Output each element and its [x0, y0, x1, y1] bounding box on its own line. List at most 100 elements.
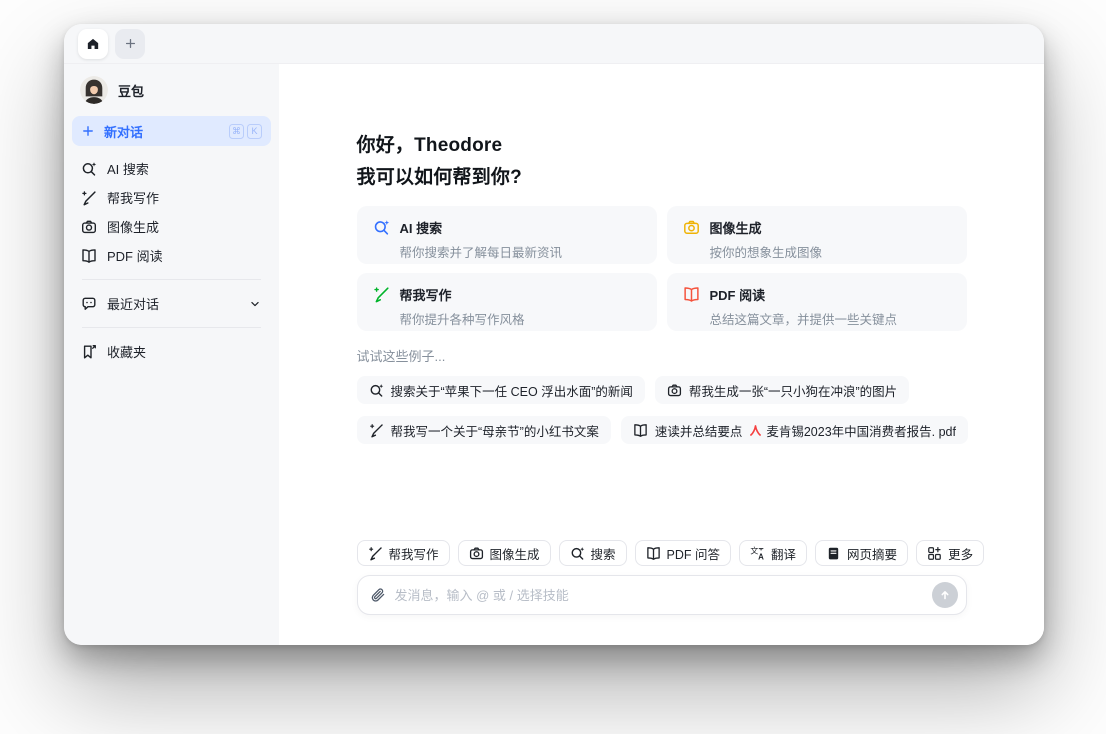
main-panel: 你好，Theodore 我可以如何帮到你? AI 搜索 帮你搜索并了解每日最新资… [279, 64, 1044, 645]
send-arrow-icon [938, 588, 952, 602]
pen-sparkle-icon [81, 190, 97, 206]
skill-chip-webpage-summary[interactable]: 网页摘要 [815, 540, 909, 566]
composer-area: 帮我写作 图像生成 搜索 PDF 问答 翻译 网页摘要 更多 发消息，输入 @ … [279, 540, 1044, 645]
sidebar-item-recent-chats[interactable]: 最近对话 [72, 289, 271, 318]
attachment-name: 麦肯锡2023年中国消费者报告. pdf [766, 424, 956, 439]
sidebar-item-label: AI 搜索 [107, 162, 149, 177]
card-title: 帮我写作 [399, 288, 452, 303]
keyboard-shortcut: ⌘ K [229, 123, 262, 139]
skill-chip-pdf-qa[interactable]: PDF 问答 [634, 540, 732, 566]
sidebar-item-ai-search[interactable]: AI 搜索 [72, 154, 271, 183]
home-icon [86, 37, 100, 51]
camera-icon [683, 219, 700, 236]
feature-card-pdf-reading[interactable]: PDF 阅读 总结这篇文章，并提供一些关键点 [666, 273, 967, 331]
skill-chip-image-generation[interactable]: 图像生成 [457, 540, 551, 566]
pen-sparkle-icon [369, 423, 384, 438]
camera-icon [469, 546, 484, 561]
card-description: 按你的想象生成图像 [709, 246, 823, 260]
pdf-file-icon [749, 424, 762, 437]
example-chip-write-post[interactable]: 帮我写一个关于“母亲节”的小红书文案 [356, 416, 611, 444]
skill-label: 搜索 [590, 547, 616, 562]
sidebar-item-label: 帮我写作 [107, 191, 160, 206]
desktop-background: 豆包 新对话 ⌘ K AI 搜索 帮我写作 图像生成 PDF 阅读 最近对话 收… [0, 0, 1106, 734]
skill-label: PDF 问答 [666, 547, 721, 562]
sidebar-item-label: 最近对话 [107, 297, 160, 312]
skill-chip-help-me-write[interactable]: 帮我写作 [356, 540, 450, 566]
examples-label: 试试这些例子... [356, 349, 446, 364]
skill-chip-more[interactable]: 更多 [916, 540, 985, 566]
skill-label: 帮我写作 [388, 547, 439, 562]
search-sparkle-icon [570, 546, 585, 561]
sidebar-item-favorites[interactable]: 收藏夹 [72, 337, 271, 366]
plus-icon [124, 37, 137, 50]
example-chip-generate-image[interactable]: 帮我生成一张“一只小狗在冲浪”的图片 [654, 376, 910, 404]
sidebar-item-label: 图像生成 [107, 220, 160, 235]
sidebar-item-image-generation[interactable]: 图像生成 [72, 212, 271, 241]
example-chip-search-news[interactable]: 搜索关于“苹果下一任 CEO 浮出水面”的新闻 [356, 376, 645, 404]
feature-card-ai-search[interactable]: AI 搜索 帮你搜索并了解每日最新资讯 [356, 206, 657, 264]
sidebar: 豆包 新对话 ⌘ K AI 搜索 帮我写作 图像生成 PDF 阅读 最近对话 收… [64, 64, 279, 645]
pen-sparkle-icon [373, 286, 390, 303]
pdf-attachment: 麦肯锡2023年中国消费者报告. pdf [749, 421, 956, 440]
skill-chip-translate[interactable]: 翻译 [739, 540, 808, 566]
greeting-line-2: 我可以如何帮到你? [356, 167, 522, 188]
chat-bubble-icon [81, 296, 97, 312]
feature-cards: AI 搜索 帮你搜索并了解每日最新资讯 图像生成 按你的想象生成图像 帮我写作 … [356, 206, 967, 331]
message-composer [356, 575, 967, 615]
camera-icon [667, 383, 682, 398]
profile-name: 豆包 [118, 83, 145, 99]
card-title: PDF 阅读 [709, 288, 766, 303]
feature-card-image-generation[interactable]: 图像生成 按你的想象生成图像 [666, 206, 967, 264]
divider [82, 327, 261, 328]
window-tab-bar [64, 24, 1044, 64]
search-sparkle-icon [373, 219, 390, 236]
search-sparkle-icon [369, 383, 384, 398]
skill-toolbar: 帮我写作 图像生成 搜索 PDF 问答 翻译 网页摘要 更多 [356, 540, 985, 566]
card-title: 图像生成 [709, 221, 762, 236]
sidebar-item-label: PDF 阅读 [107, 249, 163, 264]
chip-text: 帮我生成一张“一只小狗在冲浪”的图片 [688, 384, 898, 399]
command-key: ⌘ [229, 123, 244, 139]
sidebar-item-new-chat[interactable]: 新对话 ⌘ K [72, 116, 271, 146]
search-sparkle-icon [81, 161, 97, 177]
feature-card-help-me-write[interactable]: 帮我写作 帮你提升各种写作风格 [356, 273, 657, 331]
translate-icon [750, 546, 765, 561]
greeting-line-1: 你好，Theodore [356, 135, 503, 156]
new-chat-label: 新对话 [104, 124, 144, 140]
chip-text: 帮我写一个关于“母亲节”的小红书文案 [390, 424, 599, 439]
k-key: K [247, 123, 262, 139]
example-chips: 搜索关于“苹果下一任 CEO 浮出水面”的新闻 帮我生成一张“一只小狗在冲浪”的… [356, 376, 977, 444]
card-description: 帮你提升各种写作风格 [399, 313, 525, 327]
card-title: AI 搜索 [399, 221, 443, 236]
example-chip-summarize-pdf[interactable]: 速读并总结要点 麦肯锡2023年中国消费者报告. pdf [620, 416, 968, 444]
skill-label: 翻译 [771, 547, 797, 562]
divider [82, 279, 261, 280]
tab-home[interactable] [78, 28, 108, 59]
book-icon [633, 423, 648, 438]
webpage-icon [826, 546, 841, 561]
book-icon [81, 248, 97, 264]
chevron-down-icon[interactable] [248, 297, 262, 311]
skill-label: 更多 [948, 547, 974, 562]
plus-icon [81, 124, 95, 138]
skill-label: 网页摘要 [847, 547, 898, 562]
send-button[interactable] [931, 582, 958, 608]
skill-chip-search[interactable]: 搜索 [558, 540, 627, 566]
skill-label: 图像生成 [489, 547, 540, 562]
more-grid-icon [927, 546, 942, 561]
pen-sparkle-icon [368, 546, 383, 561]
sidebar-item-label: 收藏夹 [107, 345, 147, 360]
book-icon [683, 286, 700, 303]
card-description: 总结这篇文章，并提供一些关键点 [709, 313, 898, 327]
chip-text: 速读并总结要点 [654, 424, 743, 439]
profile-row[interactable]: 豆包 [72, 74, 271, 116]
book-icon [646, 546, 661, 561]
paperclip-icon[interactable] [370, 587, 386, 603]
sidebar-item-pdf-reading[interactable]: PDF 阅读 [72, 241, 271, 270]
message-input[interactable] [394, 587, 932, 603]
card-description: 帮你搜索并了解每日最新资讯 [399, 246, 563, 260]
sidebar-item-help-me-write[interactable]: 帮我写作 [72, 183, 271, 212]
doubao-app-window: 豆包 新对话 ⌘ K AI 搜索 帮我写作 图像生成 PDF 阅读 最近对话 收… [64, 24, 1044, 645]
avatar [80, 76, 108, 104]
new-tab-button[interactable] [115, 28, 145, 59]
